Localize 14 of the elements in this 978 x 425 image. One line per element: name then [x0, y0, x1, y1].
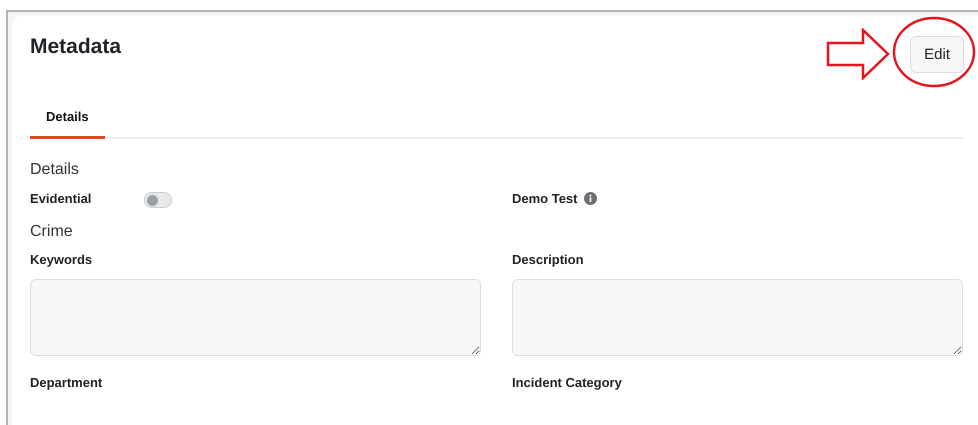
- field-label: Demo Test: [512, 190, 578, 206]
- field-label: Incident Category: [512, 375, 622, 390]
- section-title: Crime: [30, 223, 74, 241]
- toggle-switch[interactable]: [144, 192, 172, 208]
- tab[interactable]: Details: [30, 103, 105, 139]
- edit-button[interactable]: Edit: [910, 36, 964, 73]
- field-label: Evidential: [30, 190, 92, 206]
- field-label: Description: [512, 252, 584, 267]
- field-label: Keywords: [30, 252, 92, 267]
- info-icon[interactable]: [584, 192, 596, 204]
- arrow-icon: [826, 28, 890, 80]
- page-title: Metadata: [30, 34, 122, 60]
- section-title: Details: [30, 161, 80, 179]
- field-label: Department: [30, 375, 102, 390]
